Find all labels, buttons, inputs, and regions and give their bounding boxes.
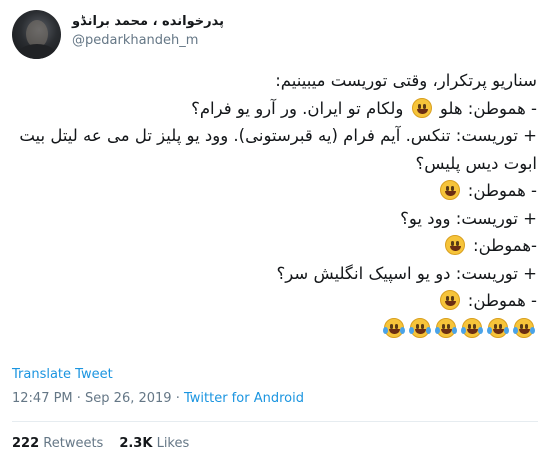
- tweet-line-text: -هموطن:: [467, 236, 537, 255]
- tweet-source-link[interactable]: Twitter for Android: [184, 391, 304, 406]
- retweets-label: Retweets: [43, 436, 104, 451]
- tweet-line-text: + توریست: وود یو؟: [400, 208, 537, 228]
- tweet-line-text: - هموطن: هلو: [434, 98, 537, 118]
- tweet-line: + توریست: وود یو؟: [10, 205, 537, 233]
- tears-of-joy-icon: [383, 317, 405, 338]
- tweet-line: + توریست: دو یو اسپیک انگلیش سر؟: [10, 260, 537, 288]
- tweet-line: - هموطن:: [10, 177, 537, 205]
- retweets-count: 222: [12, 436, 40, 451]
- tweet-line-text: - هموطن:: [462, 291, 537, 310]
- tweet-line-text: ابوت دیس پلیس؟: [415, 153, 537, 173]
- tweet-line: - هموطن:: [10, 287, 537, 315]
- avatar-body: [17, 44, 57, 59]
- meta-separator: ·: [171, 391, 184, 406]
- grinning-face-icon: [411, 97, 432, 118]
- tweet-meta: 12:47 PM · Sep 26, 2019 · Twitter for An…: [12, 391, 304, 406]
- tweet-line-text: ولکام تو ایران. ور آرو یو فرام؟: [191, 98, 409, 118]
- grinning-face-icon: [444, 235, 465, 255]
- tweet-line-text: + توریست: دو یو اسپیک انگلیش سر؟: [276, 263, 537, 283]
- tweet-line: -هموطن:: [10, 232, 537, 260]
- tweet-stats: 222 Retweets 2.3K Likes: [12, 436, 189, 451]
- tweet-line: ابوت دیس پلیس؟: [10, 150, 537, 178]
- tweet-line: + توریست: تنکس. آیم فرام (یه قبرستونی). …: [10, 122, 537, 150]
- tweet-text: سناریو پرتکرار، وقتی توریست میبینیم: - هم…: [10, 67, 537, 342]
- avatar[interactable]: [12, 10, 61, 59]
- likes-count: 2.3K: [119, 436, 153, 451]
- tweet-line: [10, 315, 537, 343]
- tweet-line-text: سناریو پرتکرار، وقتی توریست میبینیم:: [275, 71, 537, 90]
- grinning-face-icon: [439, 180, 460, 200]
- retweets-stat[interactable]: 222 Retweets: [12, 436, 103, 451]
- tears-of-joy-icon: [409, 317, 431, 338]
- tweet-line: سناریو پرتکرار، وقتی توریست میبینیم:: [10, 67, 537, 95]
- author-display-name[interactable]: پدرخوانده ، محمد برانڈو: [72, 14, 224, 29]
- divider: [12, 421, 538, 422]
- translate-tweet-link[interactable]: Translate Tweet: [12, 367, 113, 382]
- grinning-face-icon: [439, 290, 460, 310]
- likes-label: Likes: [156, 436, 190, 451]
- tears-of-joy-icon: [461, 317, 483, 338]
- author-handle[interactable]: @pedarkhandeh_m: [72, 33, 198, 48]
- tweet-line: - هموطن: هلو ولکام تو ایران. ور آرو یو ف…: [10, 95, 537, 123]
- tears-of-joy-icon: [435, 317, 457, 338]
- tears-of-joy-icon: [487, 317, 509, 338]
- tweet-line-text: - هموطن:: [462, 181, 537, 200]
- tweet-timestamp[interactable]: 12:47 PM · Sep 26, 2019: [12, 391, 172, 406]
- tweet-line-text: + توریست: تنکس. آیم فرام (یه قبرستونی). …: [19, 126, 537, 145]
- tears-of-joy-icon: [513, 317, 535, 338]
- likes-stat[interactable]: 2.3K Likes: [119, 436, 189, 451]
